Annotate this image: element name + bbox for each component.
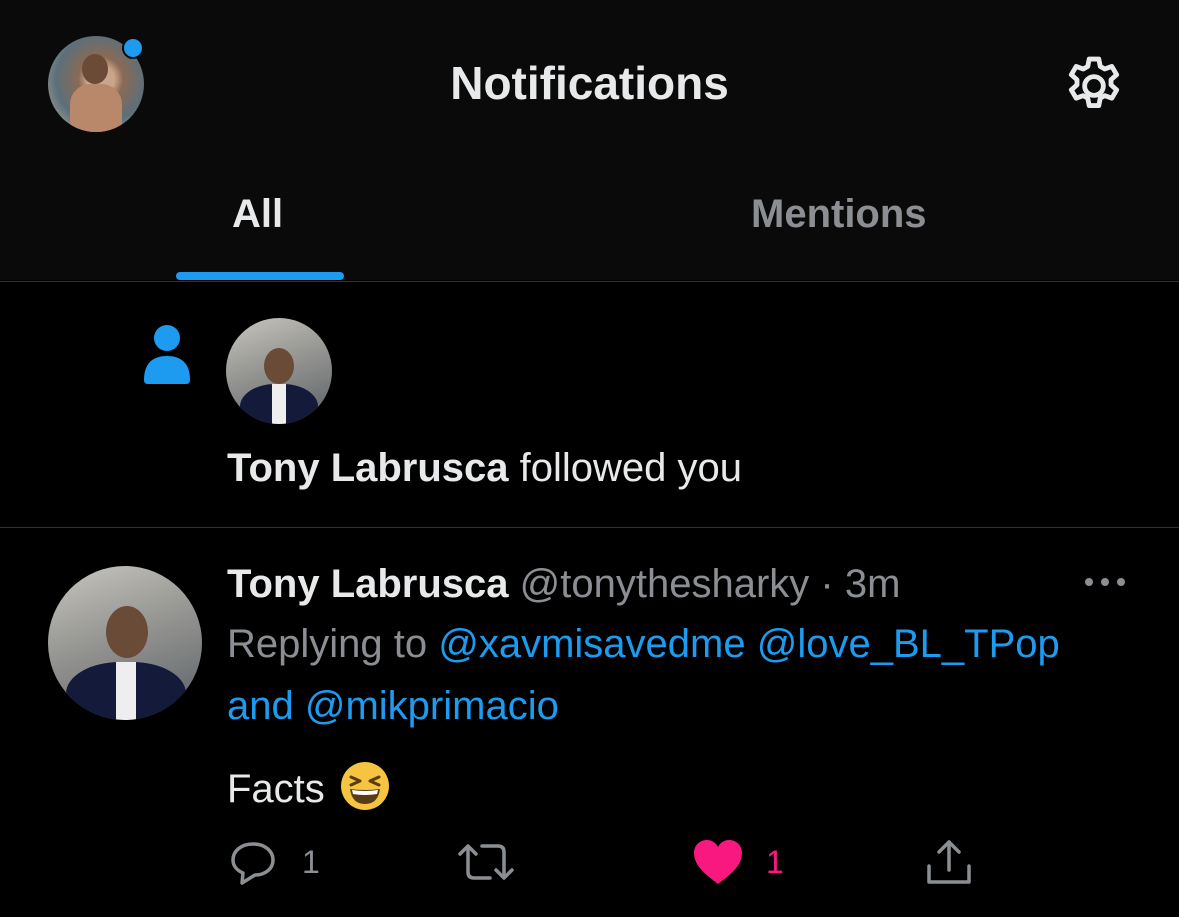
- person-icon: [144, 325, 190, 384]
- mention-link[interactable]: @xavmisavedme: [438, 622, 745, 666]
- heart-icon[interactable]: [692, 838, 744, 886]
- follow-action-text: followed you: [508, 446, 743, 490]
- mention-link[interactable]: @love_BL_TPop: [757, 622, 1060, 666]
- tweet-header: Tony Labrusca @tonythesharky · 3m: [227, 562, 900, 607]
- divider: [0, 281, 1179, 282]
- tweet-author-avatar[interactable]: [48, 566, 202, 720]
- page-title: Notifications: [450, 57, 729, 109]
- follow-notification-text[interactable]: Tony Labrusca followed you: [227, 446, 742, 491]
- reply-icon[interactable]: [228, 838, 278, 886]
- grinning-squinting-face-icon: [340, 762, 389, 810]
- replying-to-line: Replying to @xavmisavedme @love_BL_TPop: [227, 622, 1060, 667]
- tweet-text: Facts: [227, 760, 391, 812]
- tweet-author-handle[interactable]: @tonythesharky: [520, 562, 810, 606]
- share-icon[interactable]: [924, 838, 974, 886]
- retweet-icon[interactable]: [456, 838, 516, 886]
- like-count: 1: [766, 844, 784, 880]
- reply-count: 1: [302, 844, 320, 880]
- replying-to-prefix: Replying to: [227, 622, 439, 666]
- tab-mentions[interactable]: Mentions: [751, 192, 927, 237]
- follower-avatar[interactable]: [226, 318, 332, 424]
- replying-to-line-2: and @mikprimacio: [227, 684, 559, 729]
- tweet-time: 3m: [844, 562, 901, 606]
- follower-name[interactable]: Tony Labrusca: [227, 446, 509, 490]
- separator: ·: [809, 562, 845, 606]
- tweet-author-name[interactable]: Tony Labrusca: [227, 562, 509, 606]
- and-text: and: [227, 684, 305, 728]
- header: [0, 0, 1179, 280]
- more-options-icon[interactable]: [1082, 572, 1128, 592]
- mention-link[interactable]: @mikprimacio: [305, 684, 559, 728]
- divider: [0, 527, 1179, 528]
- active-tab-indicator: [176, 272, 344, 280]
- tab-all[interactable]: All: [232, 192, 283, 237]
- tweet-body: Facts: [227, 767, 325, 811]
- gear-icon[interactable]: [1060, 52, 1128, 120]
